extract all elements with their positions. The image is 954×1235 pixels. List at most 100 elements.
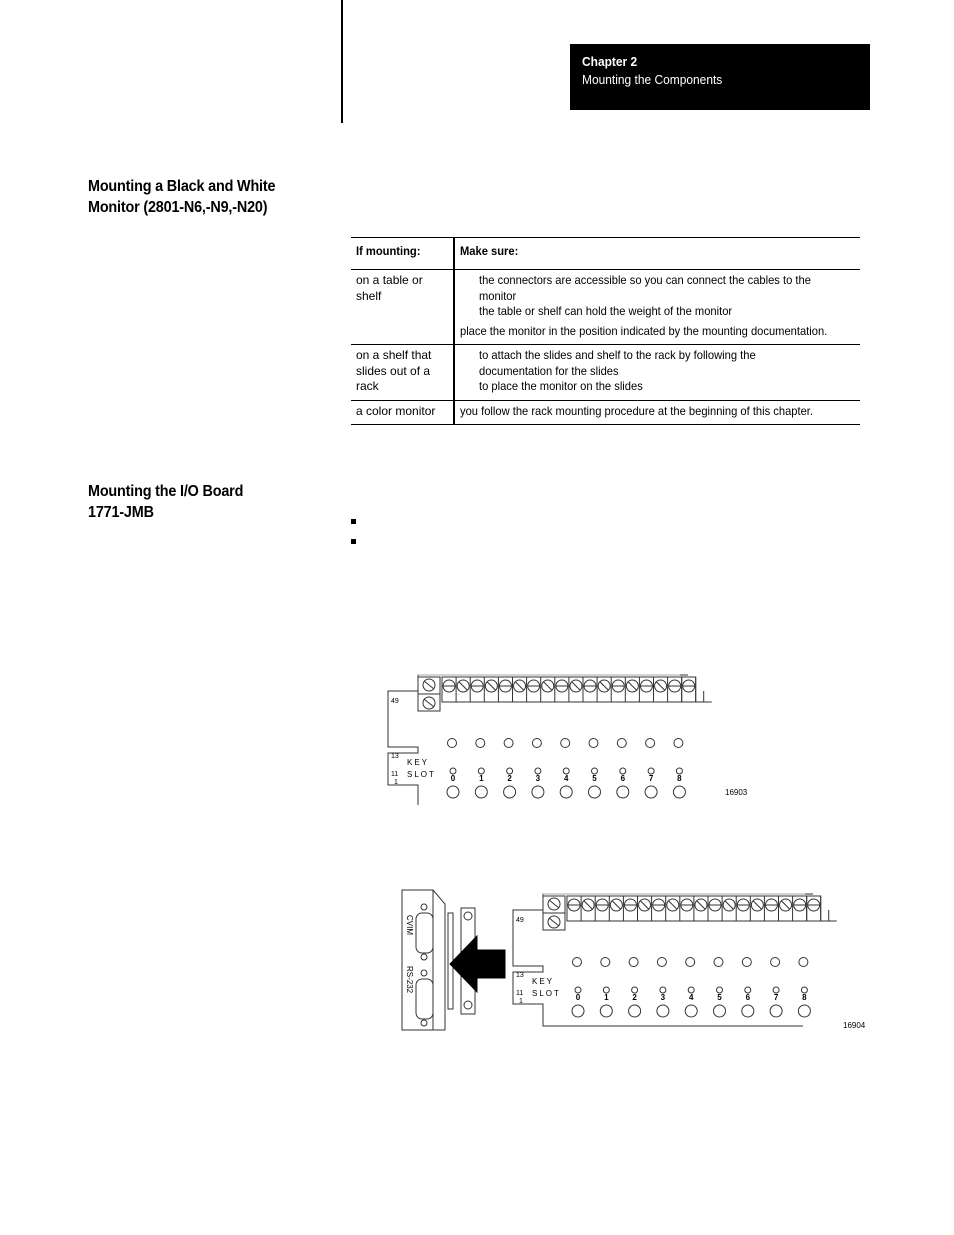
channel-number: 0 — [576, 993, 581, 1002]
io-board-figure: 0 1 2 3 4 5 6 7 84913111KEYSLOT16903 — [387, 674, 748, 805]
condition-line: slides out of a rack — [356, 363, 431, 394]
connector-hole — [713, 1004, 726, 1018]
arrow-guide — [450, 908, 505, 924]
section-heading-io-board: Mounting the I/O Board 1771-JMB — [88, 481, 243, 523]
mounting-hole — [531, 738, 542, 748]
connector-hole — [797, 1004, 811, 1018]
board-label: 11 — [391, 771, 398, 778]
mounting-condition: on a shelf that slides out of a rack — [351, 344, 456, 400]
connector-hole — [741, 1004, 755, 1018]
connector-label: RS-232 — [405, 966, 414, 994]
mounting-hole — [645, 738, 656, 748]
mounting-hole — [475, 738, 486, 748]
mounting-hole — [560, 738, 571, 748]
requirement-line: you follow the rack mounting procedure a… — [460, 403, 814, 418]
screw-slot — [627, 681, 637, 691]
screw-slot — [583, 900, 593, 910]
mounting-condition: on a table or shelf — [351, 269, 456, 345]
requirement-line: to attach the slides and shelf to the ra… — [479, 348, 756, 362]
screw-slot — [781, 900, 790, 910]
table-body: on a table or shelf the connectors are ac… — [351, 269, 860, 425]
heading-line: Monitor (2801-N6,-N9,-N20) — [88, 199, 268, 216]
screw-slot — [423, 698, 435, 708]
connector-hole — [672, 785, 686, 799]
table-row: on a table or shelf the connectors are ac… — [351, 269, 860, 345]
mounting-hole — [770, 957, 781, 967]
mounting-hole — [503, 738, 514, 748]
connector-hole — [599, 1004, 613, 1018]
screw-slot — [423, 680, 435, 690]
board-label: 1 — [394, 779, 398, 786]
connector-hole — [531, 785, 545, 799]
requirement-line: place the monitor in the position indica… — [460, 323, 828, 338]
board-label: 49 — [391, 698, 399, 705]
connector-hole — [769, 1004, 783, 1018]
channel-number: 7 — [649, 774, 654, 783]
connector-hole — [628, 1004, 642, 1018]
screw-slot — [515, 681, 524, 691]
requirement-line: to place the monitor on the slides — [479, 379, 643, 393]
bullet-marker — [351, 539, 356, 544]
board-label: 11 — [516, 990, 523, 997]
board-label: KEY — [407, 758, 429, 767]
channel-number: 0 — [451, 774, 456, 783]
channel-number: 7 — [774, 993, 779, 1002]
mounting-hole — [713, 957, 724, 967]
screw-slot — [696, 900, 706, 910]
terminal-strip — [566, 895, 808, 922]
connector-hole — [474, 785, 488, 799]
connector-hole — [446, 785, 460, 799]
board-label: SLOT — [532, 989, 561, 998]
board-label: 13 — [391, 753, 399, 760]
column-header-if-mounting: If mounting: — [351, 237, 456, 270]
screw-slot — [486, 681, 496, 691]
connector-hole — [503, 785, 517, 799]
section-heading-monitor: Mounting a Black and White Monitor (2801… — [88, 176, 276, 218]
channel-number: 4 — [564, 774, 569, 783]
requirement-line: the connectors are accessible so you can… — [479, 273, 811, 287]
screw-slot — [752, 900, 762, 910]
mounting-table: If mounting: Make sure: on a table or sh… — [351, 237, 860, 425]
screw-slot — [599, 681, 609, 691]
channel-number: 8 — [802, 993, 807, 1002]
board-label: 1 — [519, 998, 523, 1005]
screw-hole — [420, 953, 428, 961]
screw-slot — [611, 900, 621, 910]
requirement-line: documentation for the slides — [479, 363, 619, 378]
mounting-hole — [628, 957, 639, 967]
channel-number: 6 — [621, 774, 626, 783]
channel-number: 2 — [632, 993, 637, 1002]
connector-hole — [588, 785, 601, 799]
screw-hole — [420, 903, 428, 911]
mounting-hole — [572, 957, 582, 967]
io-board-with-connector-figure: CVIMRS-2320 1 2 3 4 5 6 7 84913111KEYSLOT16904 — [401, 889, 866, 1031]
mounting-hole — [616, 738, 627, 748]
screw-slot — [724, 900, 734, 910]
mounting-hole — [685, 957, 696, 967]
mounting-hole — [447, 738, 457, 748]
screw-slot — [640, 900, 649, 910]
connector-hole — [616, 785, 630, 799]
screw-slot — [656, 681, 665, 691]
channel-number: 1 — [604, 993, 609, 1002]
channel-number: 4 — [689, 993, 694, 1002]
board-label: KEY — [532, 977, 554, 986]
mounting-requirements: to attach the slides and shelf to the ra… — [454, 345, 860, 401]
db9-port-icon — [415, 912, 434, 954]
table-row: a color monitor you follow the rack mount… — [351, 400, 860, 425]
channel-number: 2 — [507, 774, 512, 783]
terminal-strip — [441, 676, 683, 703]
screw-slot — [571, 681, 581, 691]
heading-line: Mounting a Black and White — [88, 178, 276, 195]
db9-port-icon — [415, 978, 434, 1020]
io-board: 0 1 2 3 4 5 6 7 84913111KEYSLOT — [387, 674, 712, 805]
table-row: on a shelf that slides out of a rack to at… — [351, 344, 860, 401]
channel-number: 5 — [592, 774, 597, 783]
chapter-title: Mounting the Components — [582, 72, 723, 87]
condition-line: a color monitor — [356, 403, 436, 418]
screw-slot — [548, 917, 560, 927]
channel-number: 8 — [677, 774, 682, 783]
figure-number: 16903 — [725, 788, 748, 797]
screw-slot — [668, 900, 678, 910]
mounting-hole — [588, 738, 599, 748]
